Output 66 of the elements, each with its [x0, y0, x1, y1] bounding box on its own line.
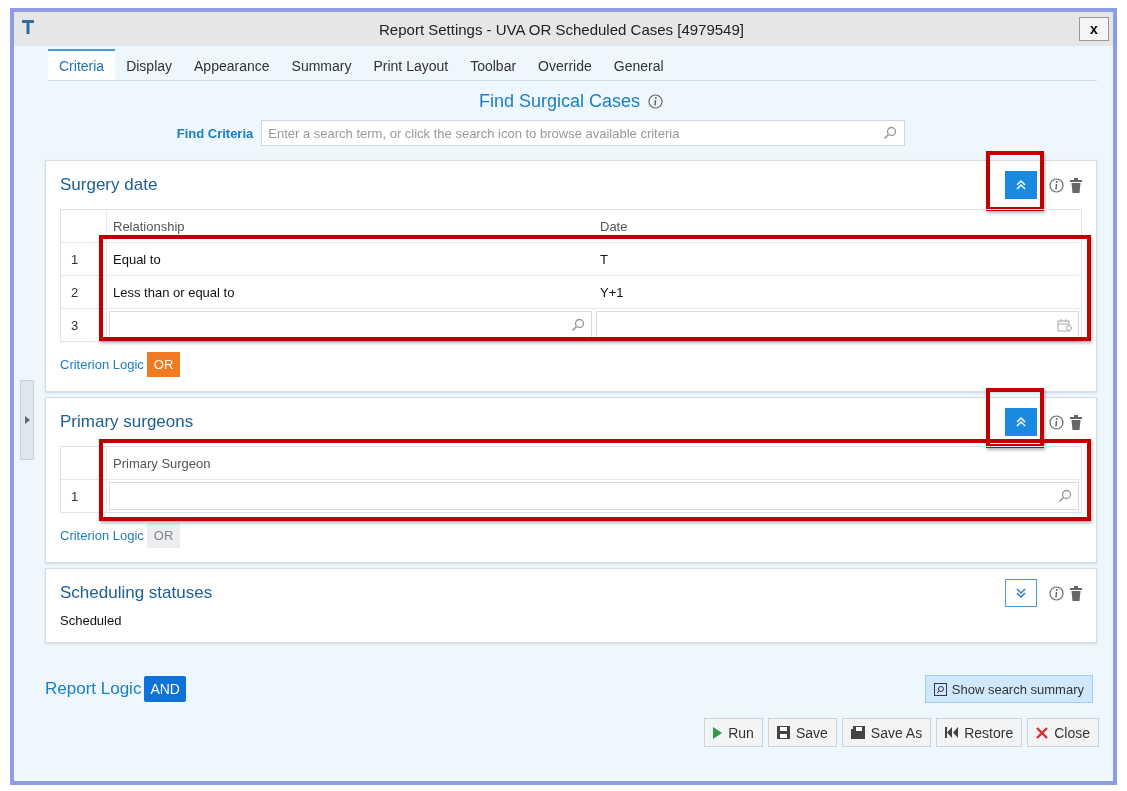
chevrons-down-icon — [1016, 588, 1026, 598]
sidebar-handle[interactable] — [20, 380, 34, 460]
criterion-title: Primary surgeons — [60, 412, 195, 432]
rewind-icon — [945, 727, 959, 738]
row-number: 2 — [61, 276, 107, 308]
criterion-title: Surgery date — [60, 175, 159, 195]
tab[interactable]: Criteria — [48, 49, 116, 80]
window-close-button[interactable]: x — [1079, 17, 1109, 41]
input-field[interactable] — [596, 311, 1079, 339]
info-icon[interactable] — [648, 94, 664, 109]
table-cell-text: T — [599, 250, 609, 269]
tab[interactable]: Display — [115, 49, 184, 80]
row-number: 3 — [61, 309, 107, 341]
footer-button[interactable]: Save — [767, 718, 837, 747]
input-field[interactable] — [109, 482, 1079, 510]
search-icon[interactable] — [571, 318, 585, 332]
tab[interactable]: Override — [527, 49, 603, 80]
search-field[interactable]: Enter a search term, or click the search icon to browse available criteria — [261, 120, 906, 146]
logo-icon — [22, 20, 34, 34]
collapse-toggle[interactable] — [1005, 579, 1037, 607]
window-title: Report Settings - UVA OR Scheduled Cases [4979549] — [378, 20, 745, 38]
floppy-icon — [776, 726, 790, 739]
show-summary-button[interactable]: Show search summary — [924, 675, 1093, 703]
tab[interactable]: General — [602, 49, 675, 80]
delete-button[interactable] — [1070, 177, 1082, 193]
logic-toggle[interactable]: AND — [144, 676, 186, 702]
play-icon — [713, 726, 723, 739]
search-icon[interactable] — [883, 126, 898, 140]
table-cell-text: Equal to — [112, 250, 162, 269]
tab[interactable]: Summary — [280, 49, 363, 80]
floppy-icon — [850, 726, 865, 739]
row-number: 1 — [61, 243, 107, 275]
delete-button[interactable] — [1070, 585, 1082, 601]
collapse-toggle[interactable] — [1005, 408, 1037, 436]
table-cell-text: Y+1 — [599, 283, 625, 302]
column-header: Primary Surgeon — [112, 454, 212, 473]
tab[interactable]: Appearance — [183, 49, 281, 80]
tab[interactable]: Print Layout — [362, 49, 460, 80]
criterion-summary: Scheduled — [60, 613, 123, 628]
criterion-logic-label: Criterion Logic — [60, 528, 144, 543]
report-logic-label: Report Logic — [45, 679, 142, 699]
collapse-toggle[interactable] — [1005, 171, 1037, 199]
footer-button[interactable]: Close — [1027, 718, 1099, 747]
search-icon[interactable] — [1058, 489, 1072, 503]
section-heading: Find Surgical Cases — [478, 91, 641, 112]
close-icon — [1036, 726, 1049, 739]
search-icon — [933, 682, 947, 696]
caret-icon — [24, 416, 30, 424]
footer-button[interactable]: Restore — [936, 718, 1023, 747]
column-header: Relationship — [112, 217, 186, 236]
info-icon[interactable] — [1049, 585, 1064, 601]
input-field[interactable] — [109, 311, 592, 339]
table-cell-text: Less than or equal to — [112, 283, 236, 302]
criterion-title: Scheduling statuses — [60, 583, 214, 603]
column-header: Date — [599, 217, 629, 236]
row-number: 1 — [61, 480, 107, 512]
criterion-logic-label: Criterion Logic — [60, 357, 144, 372]
info-icon[interactable] — [1049, 414, 1064, 430]
footer-button[interactable]: Run — [704, 718, 763, 747]
tab[interactable]: Toolbar — [459, 49, 528, 80]
footer-button[interactable]: Save As — [841, 718, 932, 747]
delete-button[interactable] — [1070, 414, 1082, 430]
chevrons-up-icon — [1016, 417, 1026, 427]
find-criteria-label: Find Criteria — [176, 125, 254, 141]
chevrons-up-icon — [1016, 180, 1026, 190]
info-icon[interactable] — [1049, 177, 1064, 193]
